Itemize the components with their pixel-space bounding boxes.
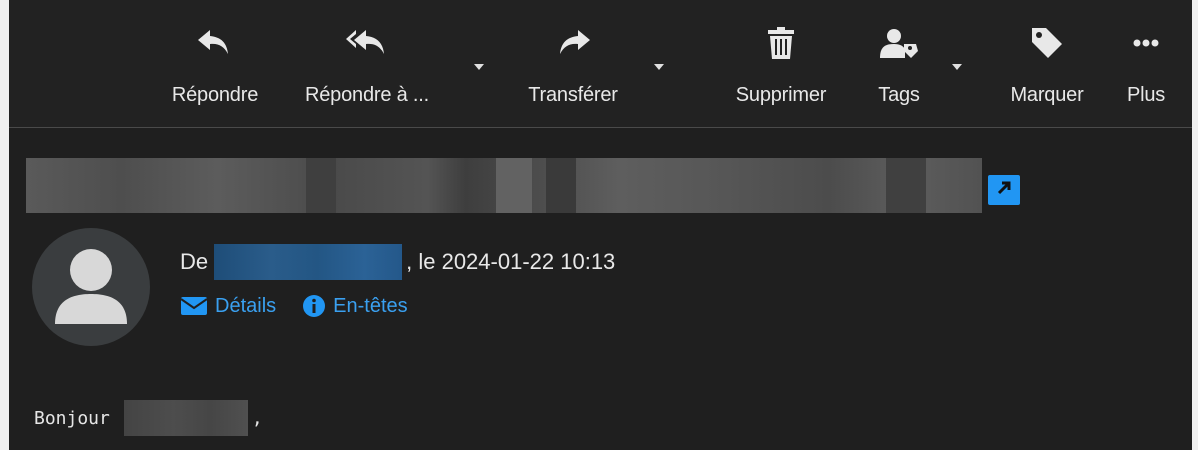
details-link[interactable]: Détails	[180, 295, 276, 318]
recipient-name-redacted	[123, 400, 248, 436]
tags-button[interactable]: Tags	[861, 22, 937, 122]
forward-dropdown-caret[interactable]	[654, 64, 664, 70]
mark-label: Marquer	[1010, 84, 1084, 106]
headers-link[interactable]: En-têtes	[302, 294, 408, 318]
details-label: Détails	[215, 294, 277, 317]
ellipsis-icon	[1133, 22, 1159, 64]
external-link-icon	[995, 179, 1013, 202]
tag-icon	[1032, 22, 1062, 64]
greeting-text: Bonjour	[34, 407, 110, 429]
open-external-button[interactable]	[988, 175, 1020, 205]
reply-all-label: Répondre à ...	[305, 84, 429, 106]
message-body: Bonjour ,	[34, 400, 263, 436]
message-toolbar: Répondre Répondre à ... Transférer Suppr…	[9, 0, 1192, 128]
forward-button[interactable]: Transférer	[505, 22, 641, 122]
from-prefix: De	[180, 249, 209, 274]
more-label: Plus	[1126, 84, 1166, 106]
more-button[interactable]: Plus	[1115, 22, 1177, 122]
reply-button[interactable]: Répondre	[155, 22, 275, 122]
tags-label: Tags	[878, 84, 920, 106]
message-date: , le 2024-01-22 10:13	[406, 249, 616, 274]
delete-button[interactable]: Supprimer	[707, 22, 855, 122]
user-tag-icon	[880, 22, 918, 64]
sender-line: De , le 2024-01-22 10:13	[180, 244, 615, 280]
subject-redacted	[26, 158, 982, 213]
sender-redacted[interactable]	[214, 244, 403, 280]
header-links: Détails En-têtes	[180, 294, 434, 318]
reply-all-dropdown-caret[interactable]	[474, 64, 484, 70]
tags-dropdown-caret[interactable]	[952, 64, 962, 70]
forward-icon	[556, 22, 590, 64]
sender-avatar	[32, 228, 150, 346]
mark-button[interactable]: Marquer	[983, 22, 1111, 122]
reply-all-button[interactable]: Répondre à ...	[287, 22, 447, 122]
info-icon	[303, 295, 326, 317]
forward-label: Transférer	[528, 84, 618, 106]
reply-label: Répondre	[171, 84, 259, 106]
envelope-icon	[180, 297, 208, 315]
greeting-comma: ,	[251, 407, 263, 429]
delete-label: Supprimer	[735, 84, 827, 106]
user-icon	[55, 249, 127, 324]
trash-icon	[768, 22, 794, 64]
headers-label: En-têtes	[333, 294, 408, 317]
reply-icon	[198, 22, 232, 64]
reply-all-icon	[346, 22, 388, 64]
